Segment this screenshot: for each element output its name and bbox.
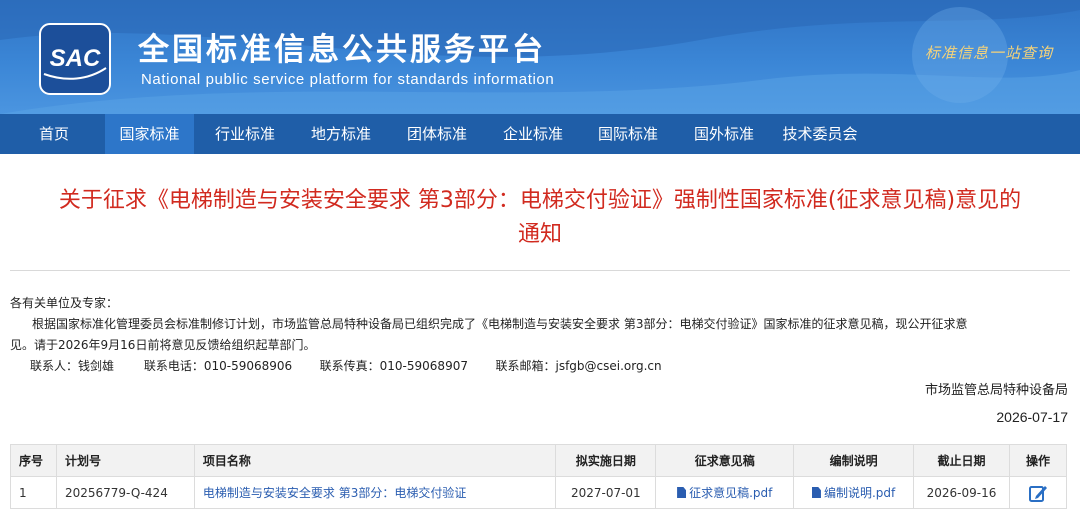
draft-pdf-link[interactable]: 征求意见稿.pdf	[677, 486, 772, 500]
title-divider	[10, 270, 1070, 271]
site-slogan: 标准信息一站查询	[925, 44, 1054, 62]
project-name-link[interactable]: 电梯制造与安装安全要求 第3部分：电梯交付验证	[203, 486, 466, 500]
row-impl-date: 2027-07-01	[555, 476, 657, 509]
col-header-draft: 征求意见稿	[655, 444, 795, 477]
contact-person: 联系人：钱剑雄	[30, 359, 115, 373]
notice-title: 关于征求《电梯制造与安装安全要求 第3部分：电梯交付验证》强制性国家标准(征求意…	[0, 184, 1080, 252]
nav-item-local-standards[interactable]: 地方标准	[296, 114, 386, 154]
site-title: 全国标准信息公共服务平台	[138, 32, 546, 68]
nav-item-national-standards[interactable]: 国家标准	[105, 114, 194, 154]
col-header-action: 操作	[1008, 444, 1068, 477]
explanation-pdf-link[interactable]: 编制说明.pdf	[811, 486, 896, 500]
col-header-impl-date: 拟实施日期	[555, 444, 657, 477]
notice-paragraph-line1: 根据国家标准化管理委员会标准制修订计划，市场监管总局特种设备局已组织完成了《电梯…	[32, 317, 968, 331]
notice-greeting: 各有关单位及专家：	[10, 296, 119, 310]
row-index: 1	[10, 476, 57, 509]
contact-email: 联系邮箱：jsfgb@csei.org.cn	[495, 359, 662, 373]
col-header-plan-no: 计划号	[55, 444, 195, 477]
nav-item-technical-committees[interactable]: 技术委员会	[772, 114, 868, 154]
row-project-name-cell: 电梯制造与安装安全要求 第3部分：电梯交付验证	[193, 476, 557, 509]
nav-item-foreign-standards[interactable]: 国外标准	[679, 114, 769, 154]
table-row: 1 20256779-Q-424 电梯制造与安装安全要求 第3部分：电梯交付验证…	[10, 476, 1068, 509]
row-draft-cell: 征求意见稿.pdf	[655, 476, 795, 509]
header-banner: SAC 全国标准信息公共服务平台 National public service…	[0, 0, 1080, 114]
nav-item-home[interactable]: 首页	[20, 114, 88, 154]
notice-paragraph-line2: 见。请于2026年9月16日前将意见反馈给组织起草部门。	[10, 338, 316, 352]
notice-title-line1: 关于征求《电梯制造与安装安全要求 第3部分：电梯交付验证》强制性国家标准(征求意…	[58, 188, 1022, 213]
row-deadline: 2026-09-16	[913, 476, 1010, 509]
nav-item-enterprise-standards[interactable]: 企业标准	[488, 114, 578, 154]
edit-feedback-icon[interactable]	[1028, 483, 1048, 503]
logo-text: SAC	[50, 45, 101, 72]
explanation-pdf-label: 编制说明.pdf	[823, 486, 896, 500]
notice-body: 各有关单位及专家： 根据国家标准化管理委员会标准制修订计划，市场监管总局特种设备…	[10, 293, 1070, 377]
sac-logo-icon: SAC	[39, 23, 111, 95]
contact-phone: 联系电话：010-59068906	[143, 359, 293, 373]
notice-title-line2: 通知	[517, 222, 562, 247]
notice-signature: 市场监管总局特种设备局	[924, 383, 1068, 398]
notice-date: 2026-07-17	[996, 409, 1068, 425]
pdf-file-icon	[677, 487, 687, 498]
col-header-project-name: 项目名称	[193, 444, 557, 477]
draft-pdf-label: 征求意见稿.pdf	[689, 486, 773, 500]
contact-info: 联系人：钱剑雄 联系电话：010-59068906 联系传真：010-59068…	[10, 356, 1070, 377]
nav-item-industry-standards[interactable]: 行业标准	[200, 114, 290, 154]
main-nav: 首页 国家标准 行业标准 地方标准 团体标准 企业标准 国际标准 国外标准 技术…	[0, 114, 1080, 154]
col-header-index: 序号	[10, 444, 57, 477]
row-plan-no: 20256779-Q-424	[55, 476, 195, 509]
contact-fax: 联系传真：010-59068907	[319, 359, 468, 373]
col-header-explanation: 编制说明	[793, 444, 915, 477]
pdf-file-icon	[811, 487, 821, 498]
table-header-row: 序号 计划号 项目名称 拟实施日期 征求意见稿 编制说明 截止日期 操作	[10, 444, 1068, 477]
row-explanation-cell: 编制说明.pdf	[793, 476, 915, 509]
nav-item-international-standards[interactable]: 国际标准	[583, 114, 673, 154]
col-header-deadline: 截止日期	[913, 444, 1010, 477]
site-subtitle: National public service platform for sta…	[141, 71, 555, 88]
nav-item-group-standards[interactable]: 团体标准	[392, 114, 482, 154]
sac-logo[interactable]: SAC	[36, 20, 114, 98]
row-action-cell	[1008, 476, 1068, 509]
standards-table: 序号 计划号 项目名称 拟实施日期 征求意见稿 编制说明 截止日期 操作 1 2…	[10, 444, 1068, 509]
